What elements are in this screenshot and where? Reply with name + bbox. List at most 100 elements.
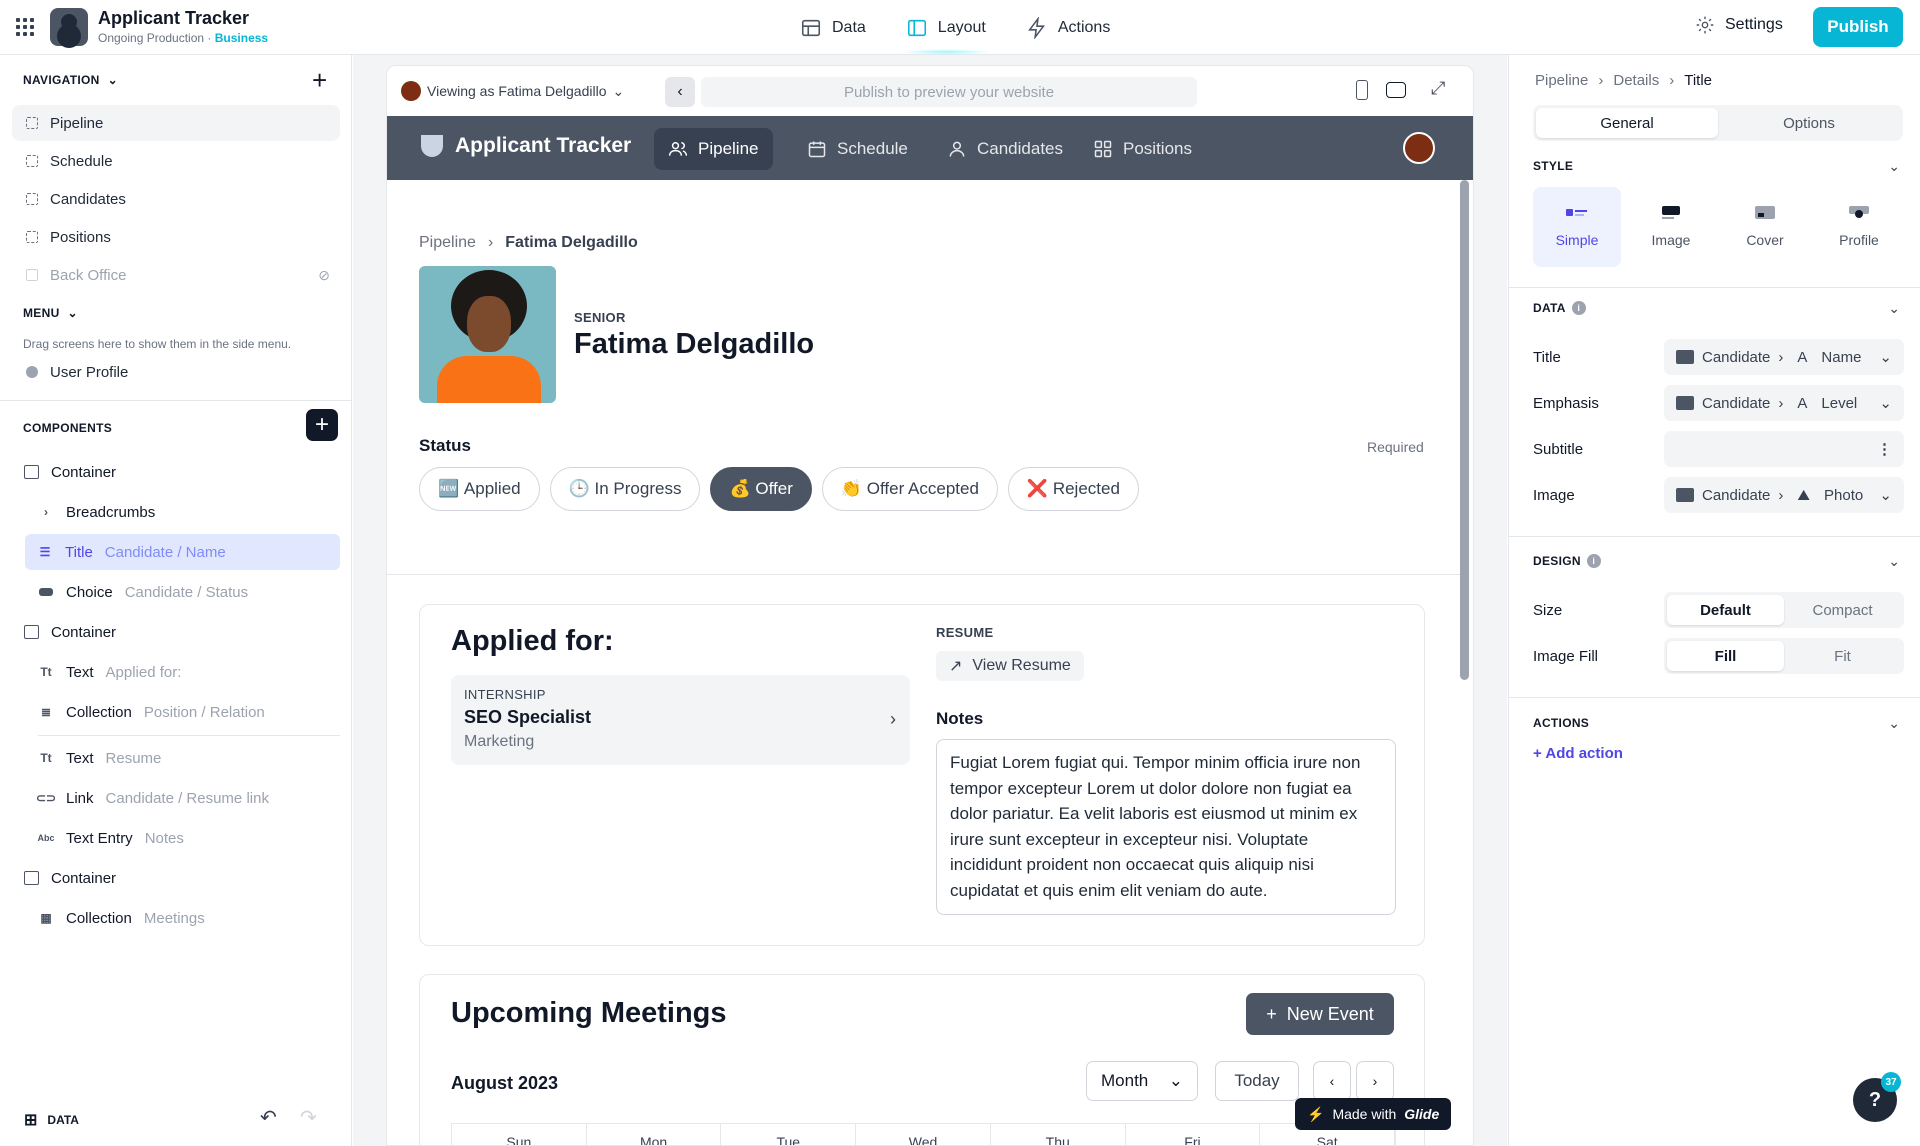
apps-grid-icon[interactable]	[16, 18, 34, 36]
component-text[interactable]: Tt Text Resume	[38, 740, 348, 776]
redo-icon[interactable]: ↷	[300, 1105, 317, 1130]
component-title[interactable]: ☰ Title Candidate / Name	[25, 534, 340, 570]
component-choice[interactable]: Choice Candidate / Status	[38, 574, 348, 610]
data-row-subtitle: Subtitle ⋮	[1533, 431, 1904, 467]
app-nav-positions[interactable]: Positions	[1079, 128, 1206, 170]
new-event-button[interactable]: + New Event	[1246, 993, 1394, 1035]
today-button[interactable]: Today	[1215, 1061, 1299, 1101]
undo-icon[interactable]: ↶	[260, 1105, 277, 1130]
chevron-down-icon[interactable]: ⌄	[1888, 715, 1900, 732]
chevron-down-icon[interactable]: ⌄	[1888, 553, 1900, 570]
screen-icon	[26, 193, 38, 205]
style-cover[interactable]: Cover	[1721, 187, 1809, 267]
component-container[interactable]: Container	[24, 860, 334, 896]
more-vertical-icon[interactable]: ⋮	[1877, 440, 1892, 458]
component-collection[interactable]: ▦ Collection Meetings	[38, 900, 348, 936]
tab-general[interactable]: General	[1536, 108, 1718, 138]
style-simple[interactable]: Simple	[1533, 187, 1621, 267]
fill-option[interactable]: Fill	[1667, 641, 1784, 671]
app-nav-label: Schedule	[837, 139, 908, 158]
choice-offer-accepted[interactable]: 👏 Offer Accepted	[821, 467, 998, 511]
next-month-button[interactable]: ›	[1356, 1061, 1394, 1101]
avatar[interactable]	[1403, 132, 1435, 164]
scrollbar[interactable]	[1460, 180, 1469, 680]
emphasis-source-select[interactable]: Candidate › A Level ⌄	[1664, 385, 1904, 421]
component-breadcrumbs[interactable]: › Breadcrumbs	[38, 494, 348, 530]
view-select-value: Month	[1101, 1071, 1149, 1090]
phone-icon[interactable]	[1356, 80, 1368, 100]
breadcrumb-item[interactable]: Pipeline	[419, 234, 476, 252]
settings-button[interactable]: Settings	[1695, 15, 1783, 35]
nav-item-candidates[interactable]: Candidates	[12, 181, 340, 217]
applied-for-heading: Applied for:	[451, 625, 614, 657]
nav-item-pipeline[interactable]: Pipeline	[12, 105, 340, 141]
subtitle-source-select[interactable]: ⋮	[1664, 431, 1904, 467]
image-source-select[interactable]: Candidate › ⛰ Photo ⌄	[1664, 477, 1904, 513]
add-action-button[interactable]: + Add action	[1533, 745, 1623, 762]
tab-layout[interactable]: Layout	[899, 17, 992, 55]
info-icon[interactable]: i	[1571, 301, 1586, 315]
app-nav-candidates[interactable]: Candidates	[933, 128, 1077, 170]
data-editor-toggle[interactable]: ⊞ DATA	[24, 1110, 79, 1130]
navigation-header[interactable]: NAVIGATION ⌄	[23, 73, 118, 87]
view-resume-link[interactable]: ↗ View Resume	[936, 651, 1084, 681]
menu-header[interactable]: MENU ⌄	[23, 306, 78, 320]
app-nav-schedule[interactable]: Schedule	[793, 128, 922, 170]
position-card[interactable]: INTERNSHIP SEO Specialist Marketing ›	[451, 675, 910, 765]
app-nav-pipeline[interactable]: Pipeline	[654, 128, 773, 170]
tab-data[interactable]: Data	[800, 17, 866, 39]
size-default[interactable]: Default	[1667, 595, 1784, 625]
meetings-container: Upcoming Meetings + New Event August 2023…	[419, 974, 1425, 1145]
app-brand[interactable]: Applicant Tracker	[421, 134, 631, 158]
notes-label: Notes	[936, 709, 984, 728]
properties-breadcrumb: Pipeline › Details › Title	[1535, 72, 1712, 89]
hidden-eye-icon[interactable]: ⊘	[318, 267, 330, 284]
component-value: Applied for:	[105, 663, 182, 681]
breadcrumb-item[interactable]: Pipeline	[1535, 72, 1588, 89]
add-screen-icon[interactable]: +	[312, 65, 327, 96]
viewing-as-select[interactable]: Viewing as Fatima Delgadillo ⌄	[401, 77, 624, 105]
component-collection[interactable]: ≣ Collection Position / Relation	[38, 694, 348, 730]
nav-item-schedule[interactable]: Schedule	[12, 143, 340, 179]
component-container[interactable]: Container	[24, 454, 334, 490]
notes-textarea[interactable]: Fugiat Lorem fugiat qui. Tempor minim of…	[936, 739, 1396, 915]
fit-option[interactable]: Fit	[1784, 641, 1901, 671]
choice-applied[interactable]: 🆕 Applied	[419, 467, 540, 511]
component-container[interactable]: Container	[24, 614, 334, 650]
field-label: Level	[1821, 394, 1858, 412]
add-component-button[interactable]: +	[306, 409, 338, 441]
choice-in-progress[interactable]: 🕒 In Progress	[549, 467, 701, 511]
style-profile[interactable]: Profile	[1815, 187, 1903, 267]
component-link[interactable]: ⊂⊃ Link Candidate / Resume link	[36, 780, 348, 816]
prev-month-button[interactable]: ‹	[1313, 1061, 1351, 1101]
component-kind: Title	[65, 543, 93, 561]
publish-button[interactable]: Publish	[1813, 7, 1903, 47]
back-button[interactable]: ‹	[665, 77, 695, 107]
breadcrumb-item[interactable]: Details	[1613, 72, 1659, 89]
title-source-select[interactable]: Candidate › A Name ⌄	[1664, 339, 1904, 375]
expand-icon[interactable]: ⤢	[1431, 78, 1445, 99]
tablet-icon[interactable]	[1386, 82, 1406, 98]
choice-offer[interactable]: 💰 Offer	[710, 467, 812, 511]
tab-actions[interactable]: Actions	[1026, 16, 1110, 39]
nav-item-back-office[interactable]: Back Office ⊘	[12, 257, 340, 293]
chevron-down-icon[interactable]: ⌄	[1888, 300, 1900, 317]
money-bag-icon: 💰	[729, 479, 751, 498]
menu-item-user-profile[interactable]: User Profile	[12, 354, 340, 390]
style-image[interactable]: Image	[1627, 187, 1715, 267]
nav-item-positions[interactable]: Positions	[12, 219, 340, 255]
size-compact[interactable]: Compact	[1784, 595, 1901, 625]
made-with-glide-badge[interactable]: ⚡ Made with Glide	[1295, 1098, 1452, 1130]
properties-panel: Pipeline › Details › Title General Options…	[1508, 55, 1920, 1146]
choice-rejected[interactable]: ❌ Rejected	[1007, 467, 1139, 511]
choice-icon	[38, 584, 54, 600]
info-icon[interactable]: i	[1586, 554, 1601, 568]
tab-options[interactable]: Options	[1718, 108, 1900, 138]
app-nav-label: Candidates	[977, 139, 1064, 158]
help-button[interactable]: ? 37	[1853, 1072, 1901, 1122]
view-select[interactable]: Month ⌄	[1086, 1061, 1198, 1101]
component-text-entry[interactable]: Abc Text Entry Notes	[38, 820, 348, 856]
chevron-down-icon[interactable]: ⌄	[1888, 158, 1900, 175]
table-icon	[801, 19, 821, 36]
component-text[interactable]: Tt Text Applied for:	[38, 654, 348, 690]
